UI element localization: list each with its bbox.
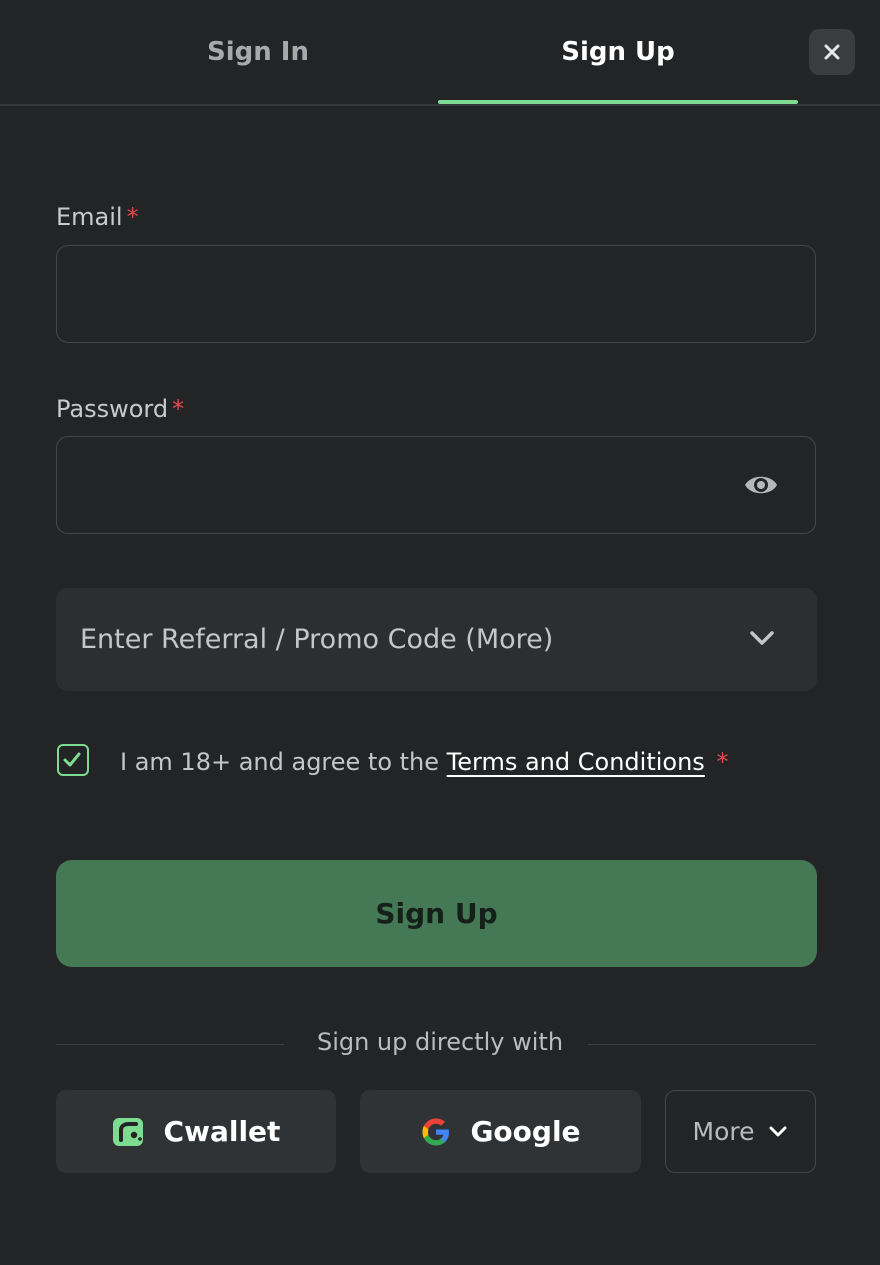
chevron-down-icon <box>769 1126 787 1136</box>
close-button[interactable] <box>809 29 855 75</box>
password-label: Password * <box>56 395 184 423</box>
close-icon <box>824 44 840 60</box>
chevron-down-icon <box>750 631 774 645</box>
promo-code-toggle[interactable]: Enter Referral / Promo Code (More) <box>56 588 817 691</box>
cwallet-button[interactable]: Cwallet <box>56 1090 336 1173</box>
auth-tabs: Sign In Sign Up <box>0 0 880 106</box>
terms-agreement-text: I am 18+ and agree to the Terms and Cond… <box>120 744 728 780</box>
password-label-text: Password <box>56 395 169 423</box>
check-icon <box>63 752 81 767</box>
google-label: Google <box>470 1115 581 1148</box>
email-field-box <box>56 245 816 343</box>
email-field[interactable] <box>57 246 815 342</box>
password-field[interactable] <box>57 437 815 533</box>
required-mark: * <box>172 395 185 423</box>
age-terms-checkbox[interactable] <box>57 744 89 776</box>
eye-icon[interactable] <box>743 471 779 499</box>
social-divider-text: Sign up directly with <box>296 1028 584 1056</box>
agree-prefix: I am 18+ and agree to the <box>120 748 440 776</box>
more-label: More <box>692 1117 755 1146</box>
google-button[interactable]: Google <box>360 1090 641 1173</box>
cwallet-label: Cwallet <box>163 1115 281 1148</box>
tab-sign-up[interactable]: Sign Up <box>438 0 798 104</box>
active-tab-indicator <box>438 100 798 104</box>
email-label: Email * <box>56 203 139 231</box>
required-mark: * <box>716 748 729 776</box>
cwallet-logo-icon <box>112 1117 143 1146</box>
promo-code-label: Enter Referral / Promo Code (More) <box>80 624 554 655</box>
tab-sign-in[interactable]: Sign In <box>78 0 438 104</box>
email-label-text: Email <box>56 203 123 231</box>
social-divider: Sign up directly with <box>0 1028 880 1056</box>
sign-up-button[interactable]: Sign Up <box>56 860 817 967</box>
password-field-box <box>56 436 816 534</box>
more-options-button[interactable]: More <box>665 1090 816 1173</box>
terms-link[interactable]: Terms and Conditions <box>447 748 705 776</box>
signup-modal: Sign In Sign Up Email * Password * Enter R… <box>0 0 880 1265</box>
google-logo-icon <box>422 1118 450 1145</box>
required-mark: * <box>126 203 139 231</box>
